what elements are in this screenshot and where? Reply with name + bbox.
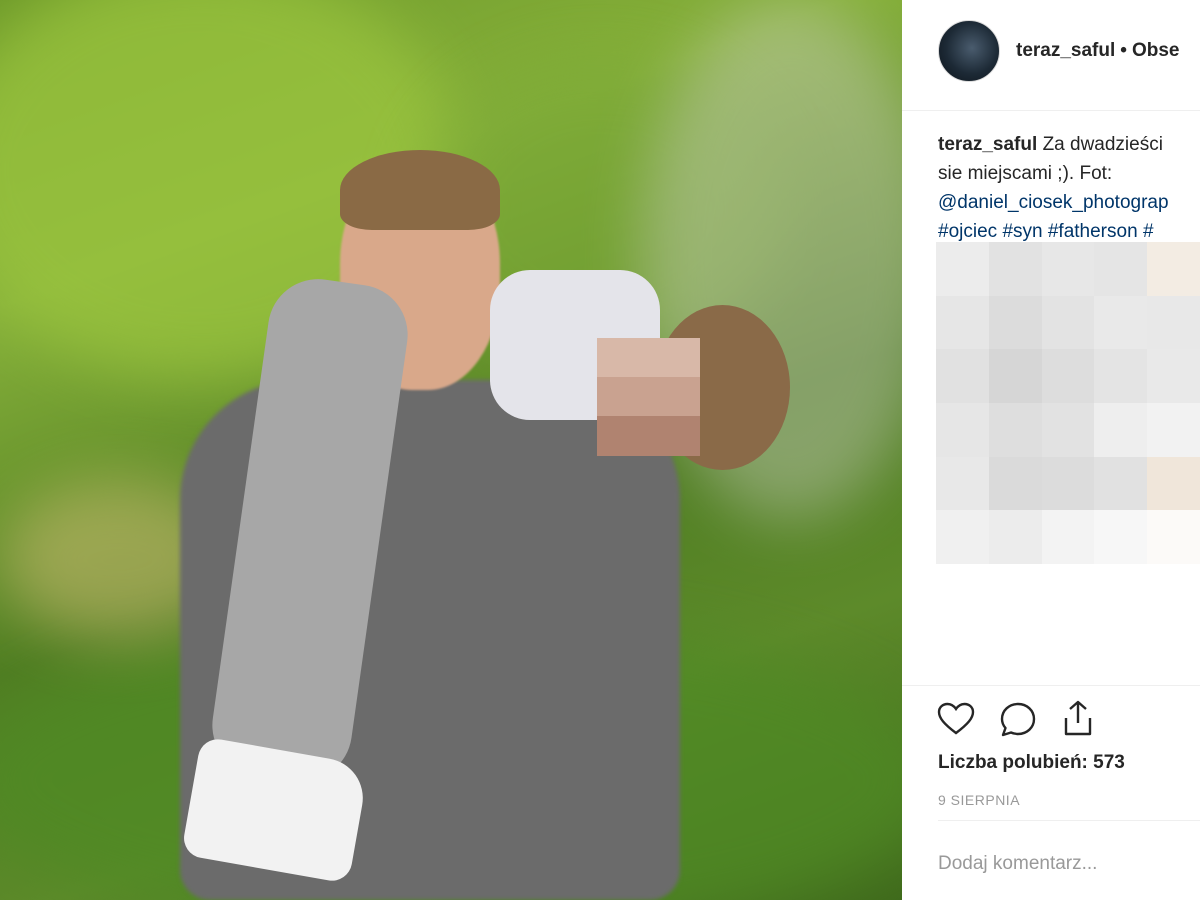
avatar[interactable] [938, 20, 1000, 82]
heart-icon[interactable] [936, 700, 976, 740]
divider [938, 820, 1200, 821]
actions-bar [902, 685, 1200, 737]
post-caption: teraz_saful Za dwadzieści sie miejscami … [938, 130, 1200, 246]
post-header: teraz_saful • Obse [902, 0, 1200, 111]
pixelated-censored-area [936, 242, 1200, 564]
hashtag-link[interactable]: #fatherson [1048, 221, 1138, 242]
hashtag-link[interactable]: # [1143, 221, 1154, 242]
censor-pixelation [597, 338, 700, 456]
post-date: 9 SIERPNIA [938, 792, 1021, 808]
caption-text-line1: Za dwadzieści [1042, 134, 1163, 155]
caption-text-line2: sie miejscami ;). Fot: [938, 163, 1113, 184]
hashtag-link[interactable]: #ojciec [938, 221, 997, 242]
caption-mention[interactable]: @daniel_ciosek_photograp [938, 188, 1200, 217]
comment-icon[interactable] [998, 700, 1038, 740]
comment-input[interactable] [938, 848, 1188, 880]
share-icon[interactable] [1058, 698, 1098, 738]
hashtag-link[interactable]: #syn [1002, 221, 1042, 242]
follow-button[interactable]: Obse [1132, 40, 1180, 61]
post-side-panel: teraz_saful • Obse teraz_saful Za dwadzieś… [902, 0, 1200, 900]
header-username-row: teraz_saful • Obse [1016, 40, 1179, 62]
caption-username[interactable]: teraz_saful [938, 134, 1037, 155]
post-photo[interactable] [0, 0, 902, 900]
header-username[interactable]: teraz_saful [1016, 40, 1115, 61]
man-hair [340, 150, 500, 230]
separator-dot: • [1120, 40, 1127, 61]
likes-count[interactable]: Liczba polubień: 573 [938, 752, 1125, 774]
